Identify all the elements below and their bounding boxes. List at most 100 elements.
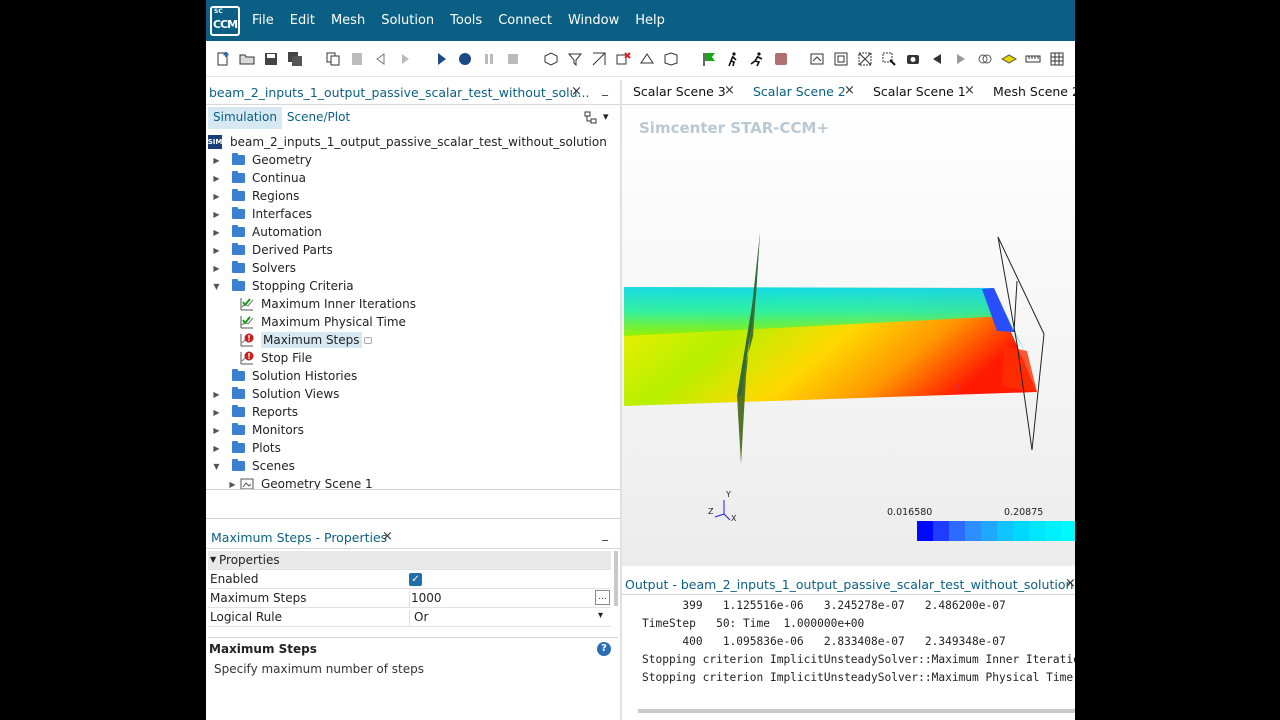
open-folder-icon[interactable] bbox=[238, 50, 256, 68]
copy-icon[interactable] bbox=[324, 50, 342, 68]
menu-connect[interactable]: Connect bbox=[498, 13, 552, 28]
menu-edit[interactable]: Edit bbox=[290, 13, 315, 28]
maximum-steps-input[interactable]: 1000 bbox=[409, 591, 609, 608]
tree-root[interactable]: SIM beam_2_inputs_1_output_passive_scala… bbox=[208, 133, 607, 151]
minimize-icon[interactable]: _ bbox=[602, 82, 608, 96]
tree-item-maximum-physical-time[interactable]: Maximum Physical Time bbox=[240, 313, 406, 331]
tree-item-geometry-scene-1[interactable]: ▶ Geometry Scene 1 bbox=[228, 475, 373, 489]
camera-icon[interactable] bbox=[904, 50, 922, 68]
properties-title[interactable]: Maximum Steps - Properties bbox=[211, 530, 387, 545]
menu-file[interactable]: File bbox=[252, 13, 274, 28]
properties-scrollbar[interactable] bbox=[614, 551, 618, 606]
close-icon[interactable]: × bbox=[844, 83, 855, 98]
zoom-region-icon[interactable] bbox=[856, 50, 874, 68]
menu-solution[interactable]: Solution bbox=[381, 13, 434, 28]
initialize-icon[interactable] bbox=[638, 50, 656, 68]
tree-item-maximum-inner-iterations[interactable]: Maximum Inner Iterations bbox=[240, 295, 416, 313]
close-icon[interactable]: × bbox=[382, 529, 393, 544]
expand-arrow-icon[interactable]: ▶ bbox=[212, 228, 221, 237]
next-view-icon[interactable] bbox=[952, 50, 970, 68]
expand-arrow-icon[interactable]: ▶ bbox=[212, 246, 221, 255]
tab-scene-plot[interactable]: Scene/Plot bbox=[282, 107, 355, 129]
collapse-arrow-icon[interactable]: ▼ bbox=[212, 282, 221, 291]
help-icon[interactable]: ? bbox=[597, 642, 611, 656]
collapse-arrow-icon[interactable]: ▼ bbox=[210, 555, 216, 564]
tree-item-maximum-steps[interactable]: Maximum Steps bbox=[240, 331, 372, 349]
menu-mesh[interactable]: Mesh bbox=[331, 13, 365, 28]
fit-view-icon[interactable] bbox=[832, 50, 850, 68]
tab-scalar-scene-1[interactable]: Scalar Scene 1 bbox=[873, 84, 966, 99]
menu-help[interactable]: Help bbox=[635, 13, 665, 28]
tab-scalar-scene-3[interactable]: Scalar Scene 3 bbox=[633, 84, 726, 99]
tree-item-automation[interactable]: ▶ Automation bbox=[212, 223, 322, 241]
run-person-icon[interactable] bbox=[748, 50, 766, 68]
tab-simulation[interactable]: Simulation bbox=[208, 107, 282, 129]
tree-item-monitors[interactable]: ▶ Monitors bbox=[212, 421, 304, 439]
plane-section-icon[interactable] bbox=[1000, 50, 1018, 68]
collapse-arrow-icon[interactable]: ▼ bbox=[212, 462, 221, 471]
save-all-icon[interactable] bbox=[286, 50, 304, 68]
tab-mesh-scene-2[interactable]: Mesh Scene 2 bbox=[993, 84, 1075, 99]
tab-scalar-scene-2[interactable]: Scalar Scene 2 bbox=[753, 84, 846, 99]
tree-item-scenes[interactable]: ▼ Scenes bbox=[212, 457, 295, 475]
green-flag-icon[interactable] bbox=[700, 50, 718, 68]
expand-arrow-icon[interactable]: ▶ bbox=[212, 264, 221, 273]
tree-item-stop-file[interactable]: Stop File bbox=[240, 349, 312, 367]
ellipsis-button[interactable]: ... bbox=[595, 590, 610, 605]
enabled-checkbox[interactable]: ✓ bbox=[409, 573, 422, 586]
logical-rule-select[interactable]: Or bbox=[409, 610, 609, 627]
paste-icon[interactable] bbox=[348, 50, 366, 68]
tree-item-interfaces[interactable]: ▶ Interfaces bbox=[212, 205, 312, 223]
expand-arrow-icon[interactable]: ▶ bbox=[212, 444, 221, 453]
tree-item-stopping-criteria[interactable]: ▼ Stopping Criteria bbox=[212, 277, 354, 295]
tree-options-dropdown-icon[interactable]: ▾ bbox=[603, 110, 609, 123]
run-icon[interactable] bbox=[432, 50, 450, 68]
clear-mesh-icon[interactable] bbox=[566, 50, 584, 68]
walk-icon[interactable] bbox=[724, 50, 742, 68]
output-title[interactable]: Output - beam_2_inputs_1_output_passive_… bbox=[625, 577, 1073, 592]
stop-square-icon[interactable] bbox=[772, 50, 790, 68]
tree-item-regions[interactable]: ▶ Regions bbox=[212, 187, 299, 205]
grid-cube-icon[interactable] bbox=[662, 50, 680, 68]
pause-icon[interactable] bbox=[480, 50, 498, 68]
tree-options-icon[interactable] bbox=[584, 111, 598, 125]
tree-item-reports[interactable]: ▶ Reports bbox=[212, 403, 298, 421]
tree-item-derived-parts[interactable]: ▶ Derived Parts bbox=[212, 241, 333, 259]
tree-item-plots[interactable]: ▶ Plots bbox=[212, 439, 281, 457]
view-icon[interactable] bbox=[808, 50, 826, 68]
step-icon[interactable] bbox=[456, 50, 474, 68]
expand-arrow-icon[interactable]: ▶ bbox=[212, 210, 221, 219]
expand-arrow-icon[interactable]: ▶ bbox=[212, 192, 221, 201]
expand-arrow-icon[interactable]: ▶ bbox=[212, 426, 221, 435]
close-icon[interactable]: × bbox=[1065, 576, 1075, 591]
stop-icon[interactable] bbox=[504, 50, 522, 68]
expand-arrow-icon[interactable]: ▶ bbox=[212, 156, 221, 165]
output-console[interactable]: 399 1.125516e-06 3.245278e-07 2.486200e-… bbox=[622, 596, 1075, 720]
close-icon[interactable]: × bbox=[964, 83, 975, 98]
menu-window[interactable]: Window bbox=[568, 13, 619, 28]
select-icon[interactable] bbox=[880, 50, 898, 68]
expand-arrow-icon[interactable]: ▶ bbox=[212, 390, 221, 399]
properties-section-header[interactable]: ▼ Properties bbox=[208, 551, 611, 570]
menu-tools[interactable]: Tools bbox=[450, 13, 482, 28]
overlay-icon[interactable] bbox=[976, 50, 994, 68]
forward-arrow-icon[interactable] bbox=[396, 50, 414, 68]
close-icon[interactable]: × bbox=[724, 83, 735, 98]
output-horizontal-scrollbar[interactable] bbox=[638, 709, 1075, 713]
simulation-tab-title[interactable]: beam_2_inputs_1_output_passive_scalar_te… bbox=[209, 85, 589, 100]
grid-icon[interactable] bbox=[1048, 50, 1066, 68]
ruler-icon[interactable] bbox=[1024, 50, 1042, 68]
scene-viewport[interactable]: Simcenter STAR-CCM+ Y Z X 0.016580 0.208… bbox=[622, 106, 1075, 566]
tree-item-solution-views[interactable]: ▶ Solution Views bbox=[212, 385, 339, 403]
close-icon[interactable]: × bbox=[571, 84, 582, 99]
new-simulation-icon[interactable] bbox=[214, 50, 232, 68]
expand-arrow-icon[interactable]: ▶ bbox=[212, 174, 221, 183]
expand-arrow-icon[interactable]: ▶ bbox=[212, 408, 221, 417]
tree-item-solvers[interactable]: ▶ Solvers bbox=[212, 259, 296, 277]
clear-solution-icon[interactable] bbox=[614, 50, 632, 68]
previous-view-icon[interactable] bbox=[928, 50, 946, 68]
tree-item-geometry[interactable]: ▶ Geometry bbox=[212, 151, 312, 169]
mesh-icon[interactable] bbox=[542, 50, 560, 68]
surface-repair-icon[interactable] bbox=[590, 50, 608, 68]
save-icon[interactable] bbox=[262, 50, 280, 68]
